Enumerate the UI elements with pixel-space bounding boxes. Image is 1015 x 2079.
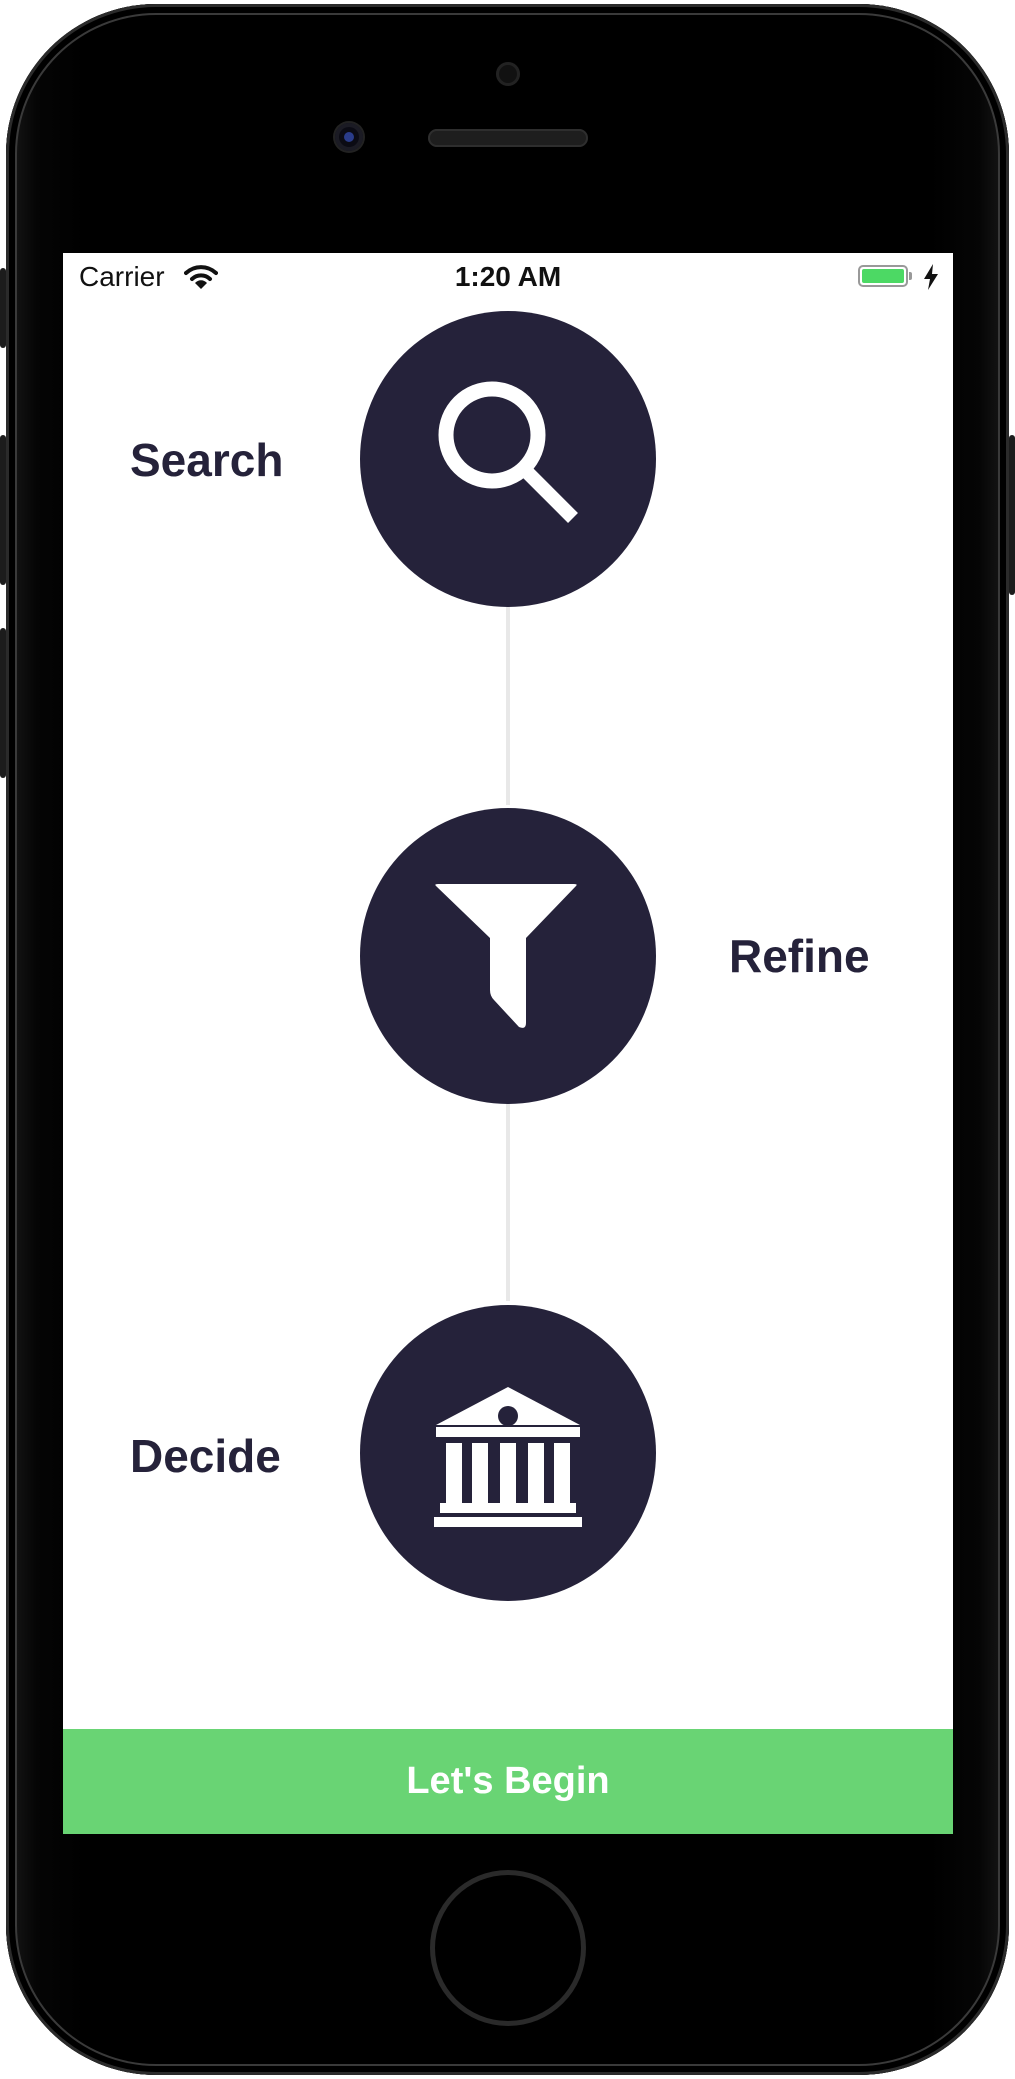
app-screen: Carrier 1:20 AM Search Refine Decide Let… (63, 253, 953, 1834)
bank-icon (434, 1387, 582, 1527)
connector-line (506, 601, 510, 805)
status-bar: Carrier 1:20 AM (63, 253, 953, 303)
volume-down-button (0, 628, 6, 778)
charging-bolt-icon (924, 264, 938, 290)
phone-mockup: Carrier 1:20 AM Search Refine Decide Let… (0, 0, 1015, 2079)
power-button (1009, 435, 1015, 595)
front-camera-icon (335, 123, 363, 151)
mute-switch (0, 268, 6, 348)
step-label-search: Search (130, 434, 284, 486)
filter-icon (435, 884, 577, 1028)
step-decide-button[interactable] (360, 1305, 656, 1601)
battery-icon (858, 265, 912, 289)
search-icon (438, 381, 578, 523)
lets-begin-button[interactable]: Let's Begin (63, 1729, 953, 1834)
camera-icon (496, 62, 520, 86)
home-button[interactable] (430, 1870, 586, 2026)
step-label-decide: Decide (130, 1430, 281, 1482)
connector-line (506, 1097, 510, 1301)
earpiece-speaker (428, 129, 588, 147)
status-time: 1:20 AM (454, 261, 562, 292)
volume-up-button (0, 435, 6, 585)
step-search-button[interactable] (360, 311, 656, 607)
step-label-refine: Refine (729, 930, 870, 982)
step-refine-button[interactable] (360, 808, 656, 1104)
